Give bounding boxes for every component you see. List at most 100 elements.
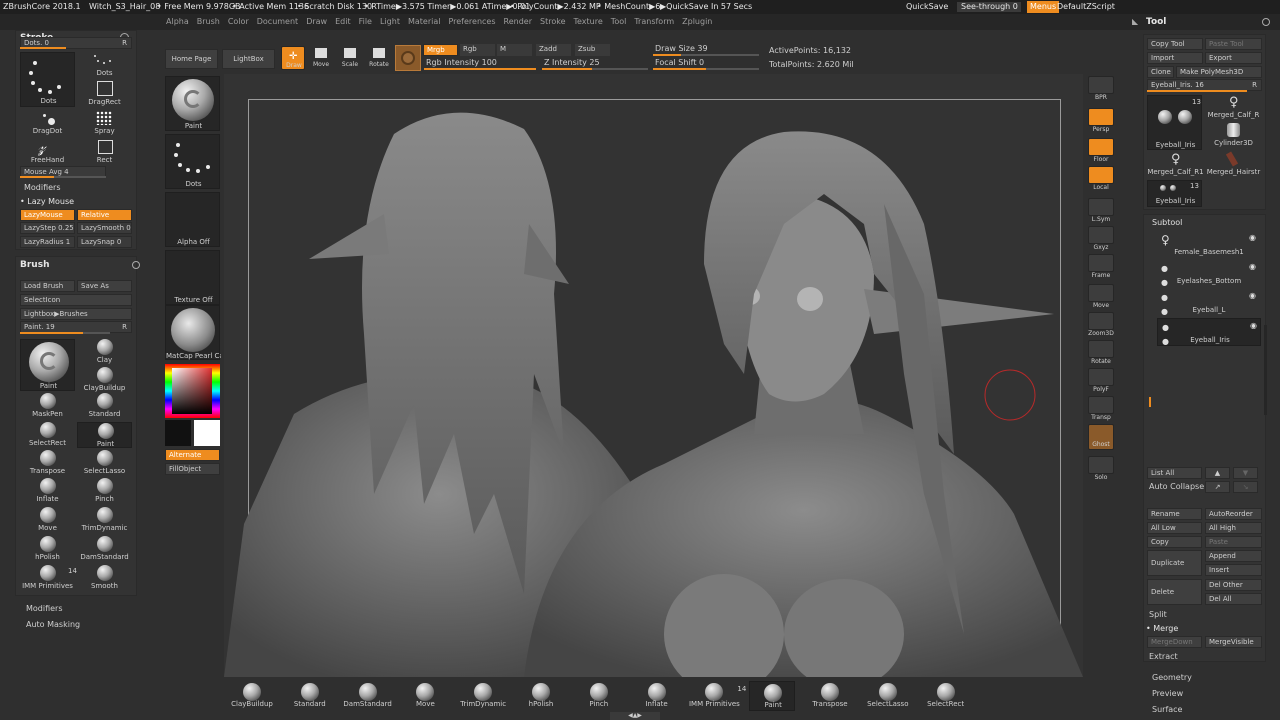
- refresh-icon[interactable]: [1262, 18, 1270, 26]
- secondary-color[interactable]: [165, 420, 191, 446]
- shelf-damstandard[interactable]: DamStandard: [343, 681, 392, 711]
- del-all-button[interactable]: Del All: [1205, 593, 1262, 605]
- rotate-button[interactable]: Rotate: [367, 46, 391, 70]
- mergedown-button[interactable]: MergeDown: [1147, 636, 1202, 648]
- modifiers-header[interactable]: Modifiers: [24, 183, 61, 192]
- menu-alpha[interactable]: Alpha: [162, 14, 193, 30]
- brush-selectlasso[interactable]: SelectLasso: [77, 450, 132, 476]
- menu-document[interactable]: Document: [253, 14, 302, 30]
- shelf-pinch[interactable]: Pinch: [576, 681, 622, 711]
- color-picker[interactable]: [165, 364, 220, 418]
- split-header[interactable]: Split: [1149, 610, 1167, 619]
- lazymouse-toggle[interactable]: LazyMouse: [20, 209, 75, 221]
- tool-rotate-button[interactable]: Rotate: [1088, 340, 1116, 366]
- tool-lsym-button[interactable]: L.Sym: [1088, 198, 1116, 224]
- all-high-button[interactable]: All High: [1205, 522, 1262, 534]
- brush-move[interactable]: Move: [20, 507, 75, 533]
- shelf-paint[interactable]: Paint: [749, 681, 796, 711]
- duplicate-button[interactable]: Duplicate: [1147, 550, 1202, 576]
- import-button[interactable]: Import: [1147, 52, 1203, 64]
- menu-draw[interactable]: Draw: [302, 14, 331, 30]
- zsub-toggle[interactable]: Zsub: [575, 44, 610, 56]
- menu-light[interactable]: Light: [376, 14, 404, 30]
- tool-local-button[interactable]: Local: [1088, 166, 1116, 192]
- lazysnap-slider[interactable]: LazySnap 0: [77, 236, 132, 248]
- focal-shift-slider[interactable]: Focal Shift 0: [655, 58, 704, 67]
- tool-thumb-hairstr[interactable]: Merged_Hairstr: [1205, 151, 1262, 178]
- tool-thumb-current[interactable]: 13 Eyeball_Iris: [1147, 95, 1202, 150]
- tool-polyf-button[interactable]: PolyF: [1088, 368, 1116, 394]
- menus-button[interactable]: Menus: [1027, 1, 1060, 13]
- menu-render[interactable]: Render: [500, 14, 536, 30]
- copy-button[interactable]: Copy: [1147, 536, 1202, 548]
- lazystep-slider[interactable]: LazyStep 0.25: [20, 222, 75, 234]
- menu-brush[interactable]: Brush: [193, 14, 224, 30]
- merge-header[interactable]: • Merge: [1146, 624, 1178, 633]
- material-swatch[interactable]: [395, 45, 421, 71]
- menu-stroke[interactable]: Stroke: [536, 14, 570, 30]
- eye-icon[interactable]: ◉: [1249, 233, 1256, 242]
- menu-zplugin[interactable]: Zplugin: [678, 14, 716, 30]
- arrow-right-icon[interactable]: ↗: [1205, 481, 1230, 493]
- zadd-toggle[interactable]: Zadd: [536, 44, 571, 56]
- default-script[interactable]: DefaultZScript: [1057, 0, 1115, 14]
- fillobject-button[interactable]: FillObject: [165, 463, 220, 475]
- draw-size-slider[interactable]: Draw Size 39: [655, 44, 708, 53]
- select-icon-button[interactable]: SelectIcon: [20, 294, 132, 306]
- mergevisible-button[interactable]: MergeVisible: [1205, 636, 1262, 648]
- extract-header[interactable]: Extract: [1149, 652, 1178, 661]
- shelf-toggle-icon[interactable]: ◀▲▶: [610, 712, 660, 720]
- menu-texture[interactable]: Texture: [570, 14, 607, 30]
- auto-collapse-toggle[interactable]: Auto Collapse: [1149, 482, 1204, 491]
- shelf-hpolish[interactable]: hPolish: [518, 681, 564, 711]
- texture-thumb[interactable]: Texture Off: [165, 250, 220, 305]
- material-thumb[interactable]: MatCap Pearl Ca: [165, 305, 221, 360]
- tool-persp-button[interactable]: Persp: [1088, 108, 1116, 134]
- menu-material[interactable]: Material: [404, 14, 445, 30]
- home-page-button[interactable]: Home Page: [165, 49, 218, 69]
- menu-preferences[interactable]: Preferences: [444, 14, 499, 30]
- spray-stroke[interactable]: Spray: [77, 111, 132, 137]
- surface-header[interactable]: Surface: [1152, 705, 1182, 714]
- subtool-row[interactable]: ● ● ◉ Eyeball_L: [1157, 289, 1261, 317]
- eye-icon[interactable]: ◉: [1250, 321, 1257, 330]
- shelf-standard[interactable]: Standard: [287, 681, 333, 711]
- lazy-mouse-header[interactable]: • Lazy Mouse: [20, 197, 74, 206]
- rgb-intensity-slider[interactable]: Rgb Intensity 100: [426, 58, 497, 67]
- mrgb-toggle[interactable]: Mrgb: [423, 44, 458, 56]
- brush-transpose[interactable]: Transpose: [20, 450, 75, 476]
- scale-button[interactable]: Scale: [338, 46, 362, 70]
- canvas-viewport[interactable]: [224, 74, 1083, 677]
- tool-floor-button[interactable]: Floor: [1088, 138, 1116, 164]
- brush-inflate[interactable]: Inflate: [20, 478, 75, 504]
- lazyradius-slider[interactable]: LazyRadius 1: [20, 236, 75, 248]
- make-polymesh-button[interactable]: Make PolyMesh3D: [1176, 66, 1262, 78]
- dragdot-stroke[interactable]: DragDot: [20, 111, 75, 137]
- primary-color[interactable]: [194, 420, 220, 446]
- shelf-inflate[interactable]: Inflate: [634, 681, 680, 711]
- autoreorder-button[interactable]: AutoReorder: [1205, 508, 1262, 520]
- auto-masking[interactable]: Auto Masking: [26, 620, 80, 629]
- load-brush-button[interactable]: Load Brush: [20, 280, 75, 292]
- menu-edit[interactable]: Edit: [331, 14, 355, 30]
- tool-thumb-calf[interactable]: ♀ Merged_Calf_R: [1205, 95, 1262, 121]
- lazysmooth-slider[interactable]: LazySmooth 0: [77, 222, 132, 234]
- shelf-selectlasso[interactable]: SelectLasso: [865, 681, 911, 711]
- brush-maskpen[interactable]: MaskPen: [20, 393, 75, 419]
- lightbox-button[interactable]: LightBox: [222, 49, 275, 69]
- brush-imm-primitives[interactable]: IMM Primitives 14: [20, 565, 77, 591]
- dragrect-stroke[interactable]: DragRect: [77, 81, 132, 107]
- paste-button[interactable]: Paste: [1205, 536, 1262, 548]
- shelf-imm-primitives[interactable]: IMM Primitives 14: [689, 681, 746, 711]
- paint-brush-thumb[interactable]: Paint: [165, 76, 220, 131]
- m-toggle[interactable]: M: [497, 44, 532, 56]
- tool-transp-button[interactable]: Transp: [1088, 396, 1116, 422]
- menu-transform[interactable]: Transform: [630, 14, 678, 30]
- dots-stroke-thumb[interactable]: Dots: [165, 134, 220, 189]
- shelf-trimdynamic[interactable]: TrimDynamic: [460, 681, 506, 711]
- insert-button[interactable]: Insert: [1205, 564, 1262, 576]
- lightbox-brushes-button[interactable]: Lightbox▶Brushes: [20, 308, 132, 320]
- rect-stroke[interactable]: Rect: [77, 139, 132, 165]
- brush-paint[interactable]: Paint: [20, 339, 75, 391]
- subtool-scrollbar[interactable]: [1264, 325, 1267, 415]
